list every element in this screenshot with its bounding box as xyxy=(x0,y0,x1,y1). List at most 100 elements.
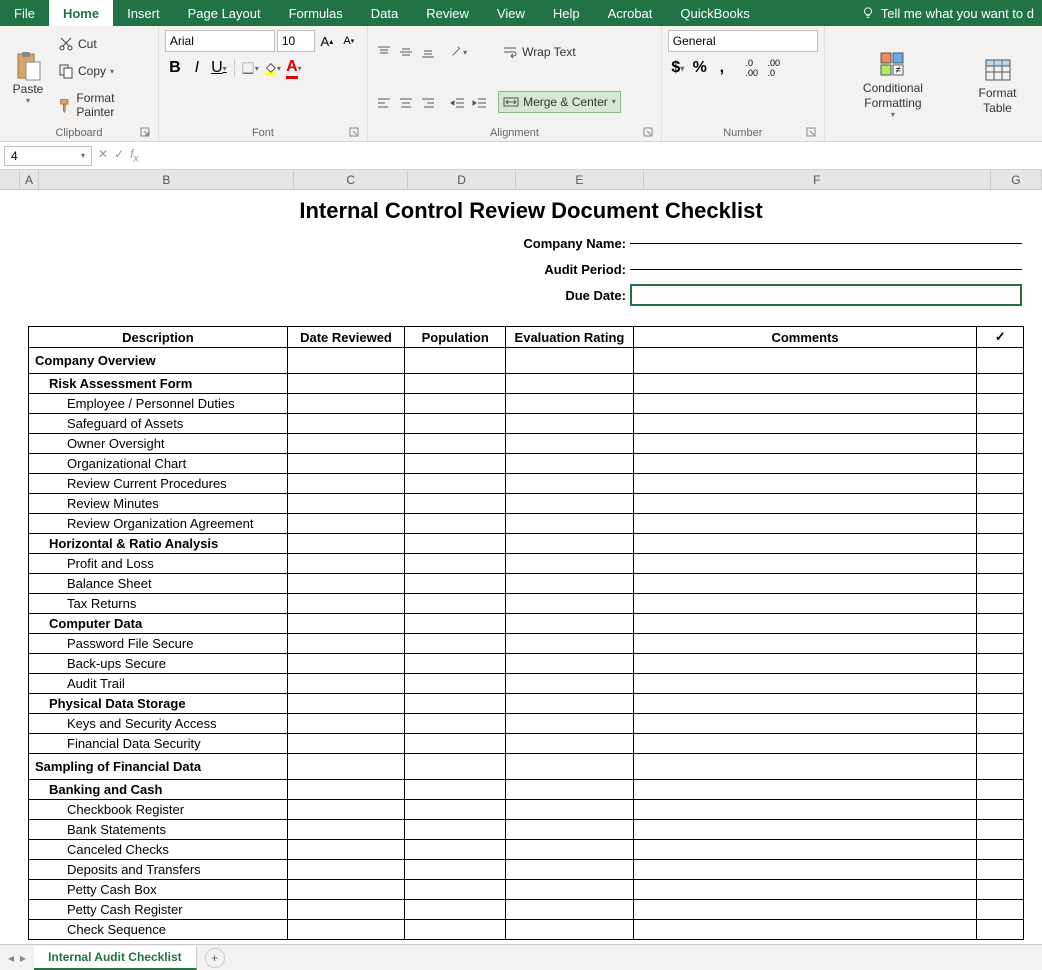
tell-me-search[interactable]: Tell me what you want to d xyxy=(853,0,1042,26)
table-row[interactable]: Canceled Checks xyxy=(29,840,288,860)
tab-home[interactable]: Home xyxy=(49,0,113,26)
field-audit-period[interactable] xyxy=(630,269,1022,270)
col-evaluation[interactable]: Evaluation Rating xyxy=(506,327,633,348)
table-row[interactable]: Review Minutes xyxy=(29,494,288,514)
table-row[interactable]: Audit Trail xyxy=(29,674,288,694)
decrease-indent-button[interactable] xyxy=(448,93,468,113)
col-header-G[interactable]: G xyxy=(991,170,1042,189)
tab-insert[interactable]: Insert xyxy=(113,0,174,26)
tab-file[interactable]: File xyxy=(0,0,49,26)
fx-icon[interactable]: fx xyxy=(130,147,138,164)
tab-review[interactable]: Review xyxy=(412,0,483,26)
tab-quickbooks[interactable]: QuickBooks xyxy=(666,0,763,26)
tab-data[interactable]: Data xyxy=(357,0,412,26)
table-row[interactable]: Tax Returns xyxy=(29,594,288,614)
col-population[interactable]: Population xyxy=(405,327,506,348)
paste-button[interactable]: Paste▾ xyxy=(6,30,50,125)
sheet-nav-next-icon[interactable]: ▸ xyxy=(20,951,26,965)
italic-button[interactable]: I xyxy=(187,58,207,78)
font-name-select[interactable] xyxy=(165,30,275,52)
orientation-button[interactable]: ▾ xyxy=(448,42,468,62)
align-left-button[interactable] xyxy=(374,93,394,113)
copy-button[interactable]: Copy▾ xyxy=(54,61,152,81)
col-header-C[interactable]: C xyxy=(294,170,408,189)
col-description[interactable]: Description xyxy=(29,327,288,348)
table-row[interactable]: Risk Assessment Form xyxy=(29,374,288,394)
table-row[interactable]: Petty Cash Box xyxy=(29,880,288,900)
increase-indent-button[interactable] xyxy=(470,93,490,113)
sheet-nav-prev-icon[interactable]: ◂ xyxy=(8,951,14,965)
format-table-button[interactable]: Format Table xyxy=(959,30,1036,139)
table-row[interactable]: Sampling of Financial Data xyxy=(29,754,288,780)
table-row[interactable]: Bank Statements xyxy=(29,820,288,840)
table-row[interactable]: Physical Data Storage xyxy=(29,694,288,714)
align-top-button[interactable] xyxy=(374,42,394,62)
col-date-reviewed[interactable]: Date Reviewed xyxy=(287,327,404,348)
dialog-launcher-icon[interactable] xyxy=(643,127,653,137)
table-row[interactable]: Balance Sheet xyxy=(29,574,288,594)
align-middle-button[interactable] xyxy=(396,42,416,62)
col-header-E[interactable]: E xyxy=(516,170,644,189)
field-company-name[interactable] xyxy=(630,243,1022,244)
align-right-button[interactable] xyxy=(418,93,438,113)
tab-page-layout[interactable]: Page Layout xyxy=(174,0,275,26)
table-row[interactable]: Back-ups Secure xyxy=(29,654,288,674)
formula-input[interactable] xyxy=(144,147,1042,165)
borders-button[interactable]: ▾ xyxy=(240,58,260,78)
table-row[interactable]: Profit and Loss xyxy=(29,554,288,574)
table-row[interactable]: Review Current Procedures xyxy=(29,474,288,494)
table-row[interactable]: Banking and Cash xyxy=(29,780,288,800)
table-row[interactable]: Employee / Personnel Duties xyxy=(29,394,288,414)
dialog-launcher-icon[interactable] xyxy=(806,127,816,137)
accounting-format-button[interactable]: $▾ xyxy=(668,58,688,78)
merge-center-button[interactable]: Merge & Center▾ xyxy=(498,91,621,113)
decrease-decimal-button[interactable]: .00.0 xyxy=(764,58,784,78)
increase-font-button[interactable]: A▴ xyxy=(317,31,337,51)
add-sheet-button[interactable]: + xyxy=(205,948,225,968)
align-bottom-button[interactable] xyxy=(418,42,438,62)
underline-button[interactable]: U▾ xyxy=(209,58,229,78)
table-row[interactable]: Financial Data Security xyxy=(29,734,288,754)
table-row[interactable]: Checkbook Register xyxy=(29,800,288,820)
table-row[interactable]: Deposits and Transfers xyxy=(29,860,288,880)
table-row[interactable]: Petty Cash Register xyxy=(29,900,288,920)
tab-view[interactable]: View xyxy=(483,0,539,26)
col-header-F[interactable]: F xyxy=(644,170,991,189)
wrap-text-button[interactable]: Wrap Text xyxy=(498,42,621,62)
conditional-formatting-button[interactable]: ≠ Conditional Formatting▾ xyxy=(831,30,955,139)
enter-formula-icon[interactable]: ✓ xyxy=(114,147,124,164)
dialog-launcher-icon[interactable] xyxy=(140,127,150,137)
table-row[interactable]: Review Organization Agreement xyxy=(29,514,288,534)
font-size-select[interactable] xyxy=(277,30,315,52)
table-row[interactable]: Check Sequence xyxy=(29,920,288,940)
worksheet-grid[interactable]: ABCDEFG Internal Control Review Document… xyxy=(0,170,1042,940)
tab-formulas[interactable]: Formulas xyxy=(275,0,357,26)
table-row[interactable]: Keys and Security Access xyxy=(29,714,288,734)
checklist-table[interactable]: Description Date Reviewed Population Eva… xyxy=(28,326,1024,940)
cancel-formula-icon[interactable]: ✕ xyxy=(98,147,108,164)
increase-decimal-button[interactable]: .0.00 xyxy=(742,58,762,78)
tab-help[interactable]: Help xyxy=(539,0,594,26)
col-check[interactable]: ✓ xyxy=(977,327,1024,348)
format-painter-button[interactable]: Format Painter xyxy=(54,89,152,121)
name-box[interactable]: 4▾ xyxy=(4,146,92,166)
percent-button[interactable]: % xyxy=(690,58,710,78)
table-row[interactable]: Password File Secure xyxy=(29,634,288,654)
table-row[interactable]: Company Overview xyxy=(29,348,288,374)
table-row[interactable]: Safeguard of Assets xyxy=(29,414,288,434)
decrease-font-button[interactable]: A▾ xyxy=(339,31,359,51)
table-row[interactable]: Owner Oversight xyxy=(29,434,288,454)
cut-button[interactable]: Cut xyxy=(54,34,152,54)
table-row[interactable]: Computer Data xyxy=(29,614,288,634)
number-format-select[interactable] xyxy=(668,30,818,52)
tab-acrobat[interactable]: Acrobat xyxy=(594,0,667,26)
table-row[interactable]: Organizational Chart xyxy=(29,454,288,474)
col-comments[interactable]: Comments xyxy=(633,327,977,348)
comma-button[interactable]: , xyxy=(712,58,732,78)
sheet-tab-active[interactable]: Internal Audit Checklist xyxy=(34,946,197,970)
col-header-B[interactable]: B xyxy=(39,170,294,189)
col-header-A[interactable]: A xyxy=(20,170,40,189)
col-header-D[interactable]: D xyxy=(408,170,516,189)
table-row[interactable]: Horizontal & Ratio Analysis xyxy=(29,534,288,554)
align-center-button[interactable] xyxy=(396,93,416,113)
